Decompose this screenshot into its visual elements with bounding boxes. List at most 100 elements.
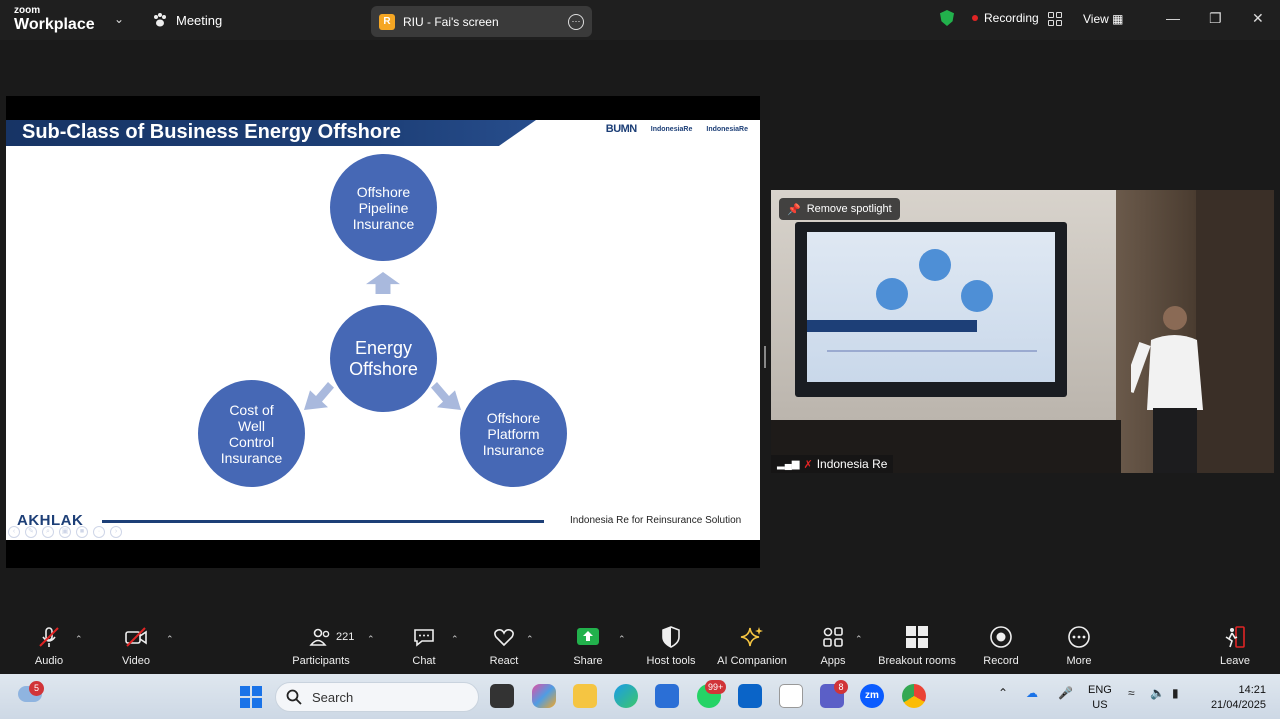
spotlight-video[interactable]: 📌 Remove spotlight ▂▄▆ ✗ Indonesia Re — [771, 190, 1274, 473]
onedrive-cloud-icon[interactable]: ☁ — [1026, 686, 1038, 700]
next-slide-icon[interactable]: › — [110, 526, 122, 538]
leave-button[interactable]: Leave — [1218, 620, 1252, 674]
more-slide-options-icon[interactable]: · — [93, 526, 105, 538]
diagram-node-right: Offshore Platform Insurance — [460, 380, 567, 487]
microphone-icon[interactable]: 🎤 — [1058, 686, 1073, 700]
record-label: Record — [983, 655, 1019, 667]
diagram-node-top: Offshore Pipeline Insurance — [330, 154, 437, 261]
chrome-icon[interactable] — [902, 684, 926, 708]
video-tv — [795, 222, 1067, 397]
remove-spotlight-button[interactable]: 📌 Remove spotlight — [779, 198, 900, 220]
record-button[interactable]: Record — [982, 620, 1020, 674]
participant-name: Indonesia Re — [816, 457, 888, 471]
node-right-label: Offshore Platform Insurance — [482, 409, 545, 458]
chevron-down-icon[interactable]: ⌄ — [114, 12, 124, 26]
video-off-icon — [125, 627, 147, 647]
copilot-icon[interactable] — [532, 684, 556, 708]
shield-icon — [662, 626, 680, 648]
volume-icon[interactable]: 🔈 — [1150, 686, 1165, 700]
camera-icon[interactable]: ■ — [76, 526, 88, 538]
ai-companion-button[interactable]: AI Companion — [714, 620, 790, 674]
slideshow-controls: ‹ ✎ ⌕ ▣ ■ · › — [8, 526, 122, 538]
heart-icon — [494, 629, 514, 647]
participants-caret-icon[interactable]: ⌃ — [367, 634, 375, 645]
more-label: More — [1066, 655, 1092, 667]
video-options-caret-icon[interactable]: ⌃ — [166, 634, 174, 645]
clock[interactable]: 14:21 21/04/2025 — [1202, 683, 1266, 713]
muted-mic-icon — [39, 627, 59, 647]
participants-button[interactable]: Participants — [290, 620, 352, 674]
apps-button[interactable]: Apps — [816, 620, 850, 674]
participants-count: 221 — [336, 631, 355, 643]
teams-badge: 8 — [834, 680, 848, 694]
slide-footer: AKHLAK Indonesia Re for Reinsurance Solu… — [6, 512, 760, 540]
breakout-rooms-icon — [906, 626, 928, 648]
video-button[interactable]: Video — [117, 620, 155, 674]
elo-app-icon[interactable] — [779, 684, 803, 708]
windows-start-icon[interactable] — [240, 686, 262, 708]
paw-icon — [154, 13, 166, 27]
chat-button[interactable]: Chat — [407, 620, 441, 674]
close-icon[interactable]: ✕ — [1252, 10, 1264, 27]
task-view-icon[interactable] — [490, 684, 514, 708]
view-button[interactable]: View ▦ — [1083, 12, 1123, 26]
file-explorer-icon[interactable] — [573, 684, 597, 708]
participants-label: Participants — [292, 655, 350, 667]
diagram-node-center: Energy Offshore — [330, 305, 437, 412]
zoom-workplace-logo[interactable]: zoom Workplace — [14, 6, 95, 33]
muted-mic-icon: ✗ — [803, 458, 813, 471]
split-view-handle[interactable] — [764, 346, 766, 368]
sparkle-icon — [740, 627, 763, 647]
apps-caret-icon[interactable]: ⌃ — [855, 634, 863, 645]
share-label: Share — [573, 655, 603, 667]
microsoft-store-icon[interactable] — [655, 684, 679, 708]
host-tools-button[interactable]: Host tools — [644, 620, 698, 674]
maximize-icon[interactable]: ❐ — [1209, 10, 1222, 27]
react-button[interactable]: React — [486, 620, 522, 674]
video-label: Video — [122, 655, 150, 667]
audio-label: Audio — [34, 655, 64, 667]
leave-label: Leave — [1220, 655, 1250, 667]
outlook-icon[interactable] — [738, 684, 762, 708]
react-caret-icon[interactable]: ⌃ — [526, 634, 534, 645]
battery-icon[interactable]: ▮ — [1172, 686, 1179, 700]
audio-button[interactable]: Audio — [30, 620, 68, 674]
screen-share-label: RIU - Fai's screen — [403, 14, 499, 29]
gallery-grid-icon[interactable] — [1048, 12, 1062, 26]
logo-brand-bottom: Workplace — [14, 16, 95, 33]
edge-browser-icon[interactable] — [614, 684, 638, 708]
screen-share-pill[interactable]: R RIU - Fai's screen ··· — [371, 6, 592, 37]
zoom-icon[interactable]: ⌕ — [42, 526, 54, 538]
language-indicator[interactable]: ENG US — [1088, 683, 1112, 713]
share-button[interactable]: Share — [569, 620, 607, 674]
participants-icon — [309, 628, 330, 646]
more-button[interactable]: More — [1062, 620, 1096, 674]
footer-rule — [102, 520, 544, 523]
taskbar-search[interactable]: Search — [275, 682, 479, 712]
meeting-info-button[interactable]: Meeting — [152, 12, 222, 28]
bumn-logo: BUMN — [605, 123, 638, 135]
share-caret-icon[interactable]: ⌃ — [618, 634, 626, 645]
arrow-up-icon — [366, 272, 400, 294]
meeting-label: Meeting — [176, 12, 223, 28]
node-center-label: Energy Offshore — [349, 337, 418, 379]
indonesia-re-partner-logo: IndonesiaRe — [706, 125, 748, 133]
recording-status[interactable]: Recording — [940, 10, 1039, 26]
wifi-icon[interactable]: ≈ — [1128, 686, 1135, 700]
shared-screen[interactable]: Sub-Class of Business Energy Offshore BU… — [6, 96, 760, 568]
breakout-rooms-button[interactable]: Breakout rooms — [876, 620, 958, 674]
chat-caret-icon[interactable]: ⌃ — [451, 634, 459, 645]
node-top-label: Offshore Pipeline Insurance — [352, 183, 415, 232]
encryption-shield-icon[interactable] — [940, 10, 954, 26]
share-screen-icon — [577, 628, 599, 645]
subtitles-icon[interactable]: ▣ — [59, 526, 71, 538]
minimize-icon[interactable]: — — [1166, 10, 1180, 26]
show-hidden-icons-icon[interactable]: ⌃ — [998, 686, 1008, 700]
more-options-icon[interactable]: ··· — [568, 13, 584, 30]
zoom-taskbar-icon[interactable]: zm — [860, 684, 884, 708]
view-layout-icon: ▦ — [1112, 12, 1124, 26]
audio-options-caret-icon[interactable]: ⌃ — [75, 634, 83, 645]
pen-icon[interactable]: ✎ — [25, 526, 37, 538]
arrow-left-down-icon — [304, 382, 334, 410]
prev-slide-icon[interactable]: ‹ — [8, 526, 20, 538]
